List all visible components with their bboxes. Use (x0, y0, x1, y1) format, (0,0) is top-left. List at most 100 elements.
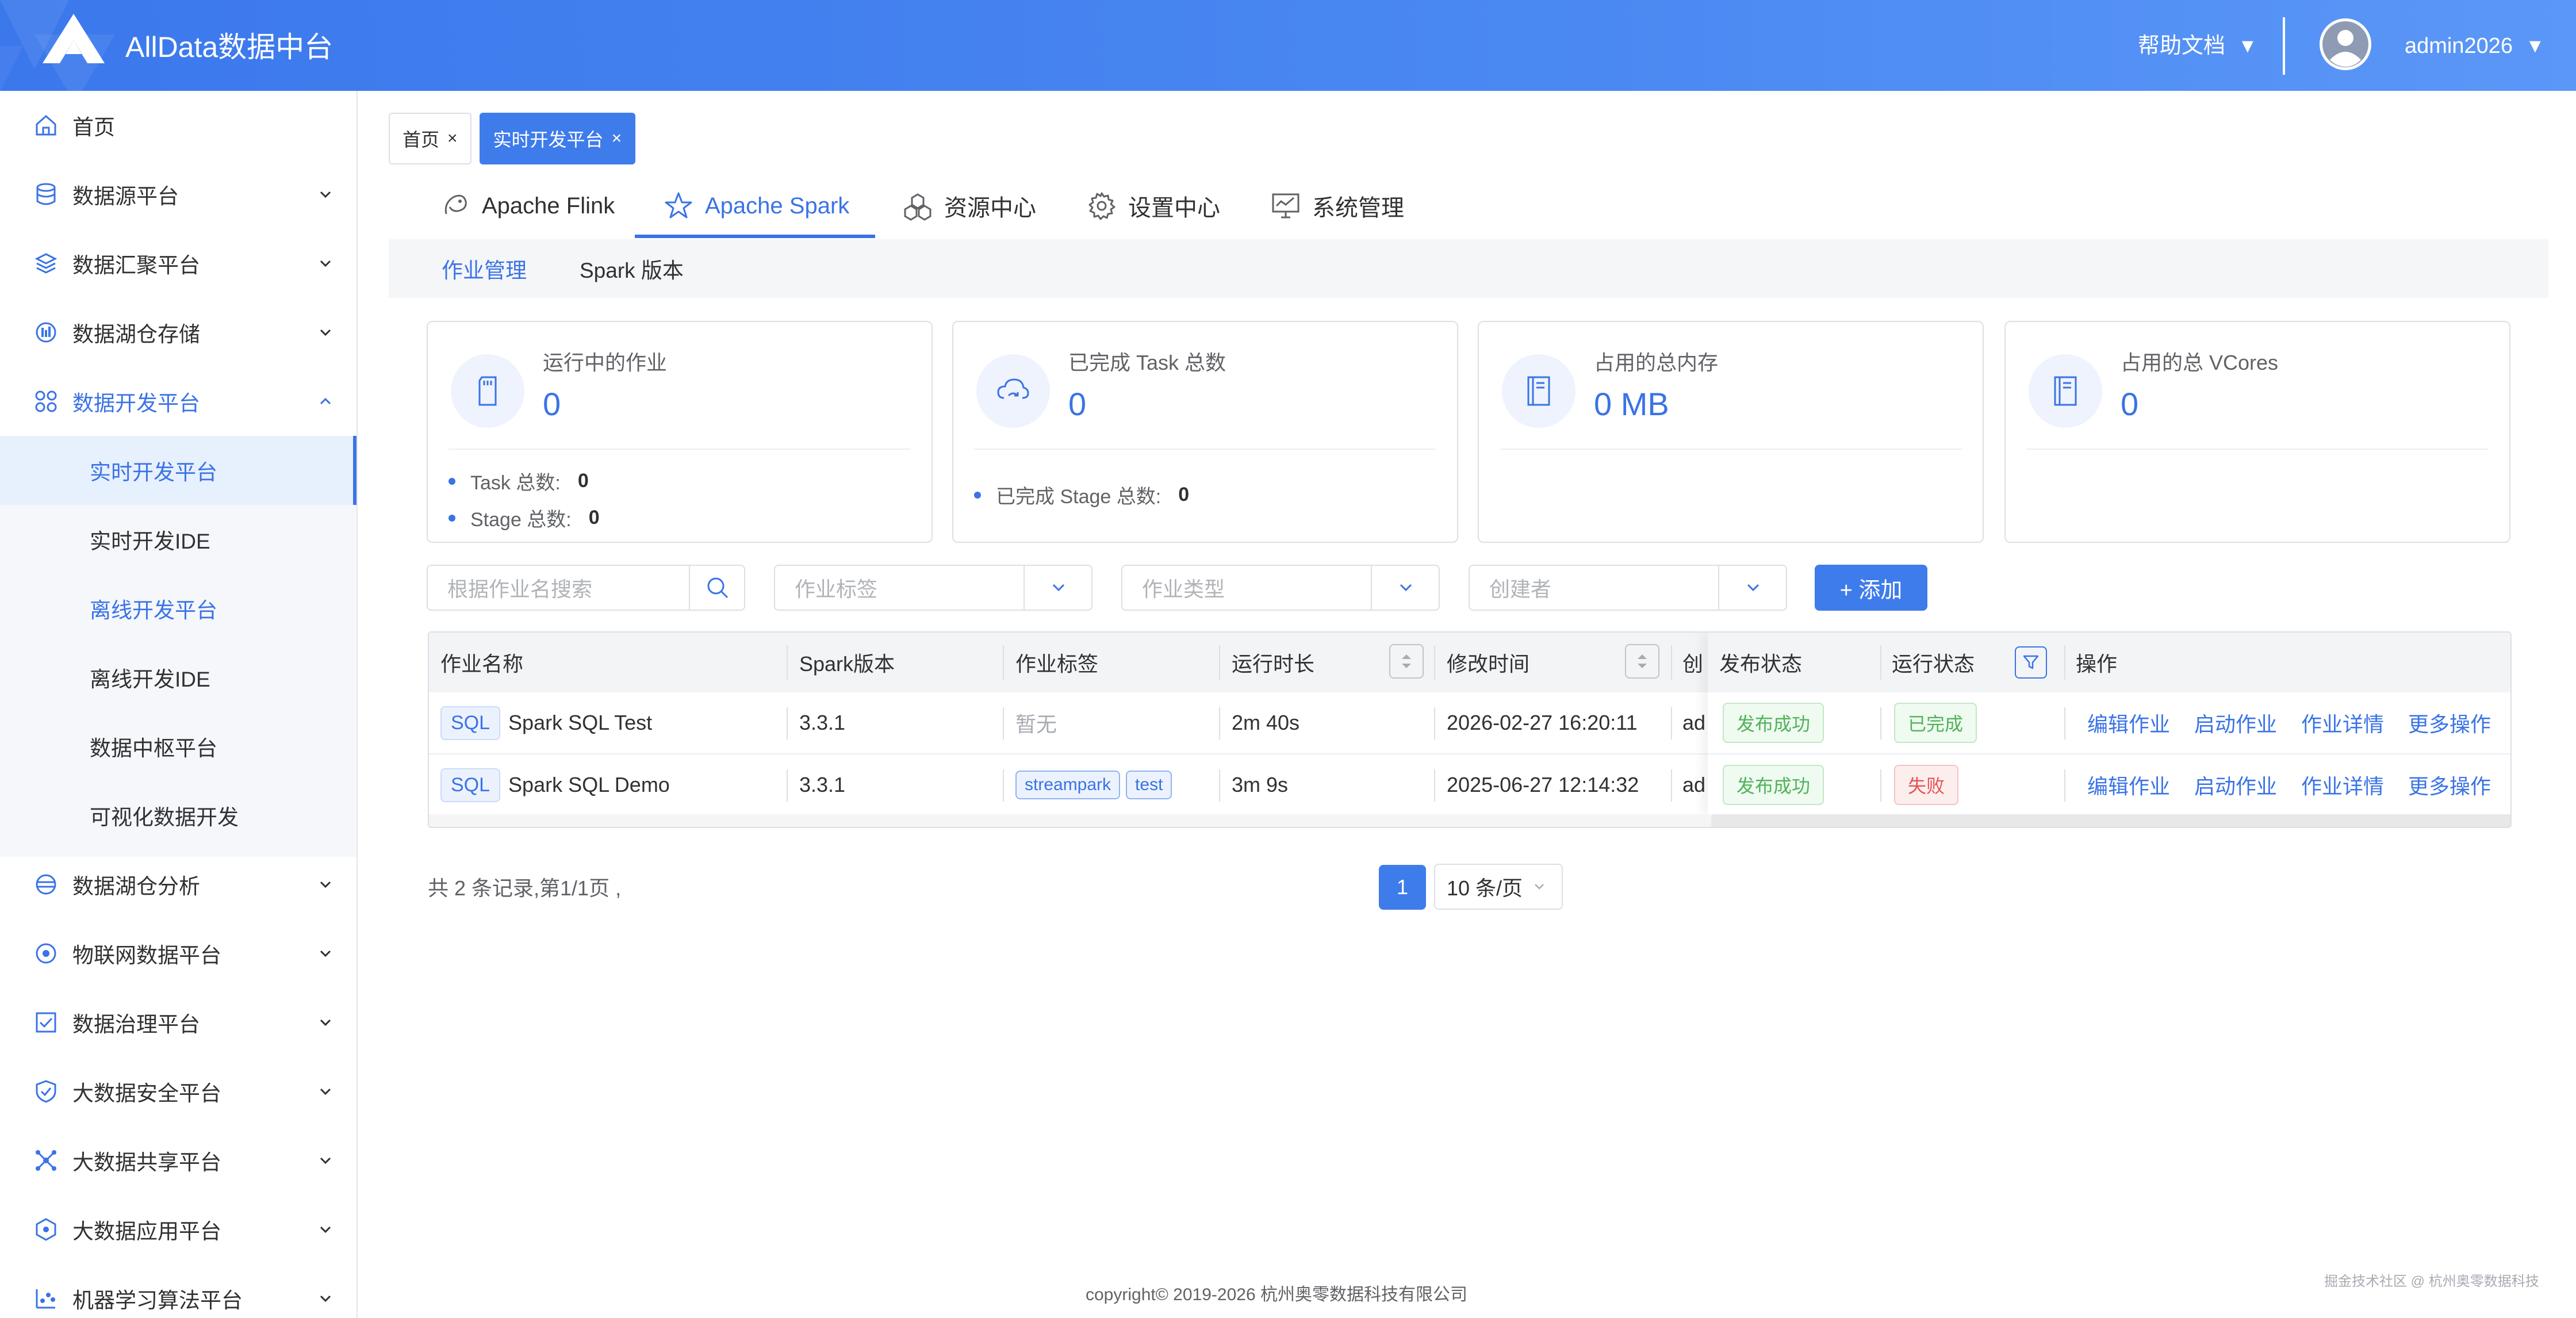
pagination-total: 共 2 条记录,第1/1页 , (428, 876, 622, 900)
filter-icon (2023, 655, 2039, 669)
start-job-link[interactable]: 启动作业 (2194, 770, 2277, 800)
add-job-button[interactable]: + 添加 (1815, 565, 1927, 611)
sort-icon (1402, 654, 1411, 668)
tag-placeholder: 作业标签 (795, 577, 878, 601)
cell-divider (1003, 707, 1004, 740)
subtab-spark-version[interactable]: Spark 版本 (580, 239, 684, 298)
storage-icon (36, 322, 56, 343)
start-job-link[interactable]: 启动作业 (2194, 708, 2277, 738)
card-stat-stage-total: Stage 总数: 0 (448, 504, 600, 532)
job-name[interactable]: Spark SQL Test (508, 711, 652, 735)
app-title[interactable]: AllData数据中台 (125, 30, 333, 64)
sidebar-item-data-aggregation[interactable]: 数据汇聚平台 (0, 229, 358, 298)
dropdown-caret-icon: ▼ (2525, 35, 2545, 57)
table-row-fixed: 发布成功 已完成 编辑作业 启动作业 作业详情 更多操作 (1708, 692, 2510, 754)
sort-duration-button[interactable] (1389, 644, 1424, 679)
database-icon (36, 183, 56, 205)
sidebar-subitem-realtime-platform[interactable]: 实时开发平台 (0, 436, 356, 505)
sidebar-subitem-offline-ide[interactable]: 离线开发IDE (0, 643, 356, 712)
cloud-sync-icon (997, 378, 1029, 399)
cell-divider (1003, 769, 1004, 802)
creator-dropdown-toggle[interactable] (1718, 566, 1787, 610)
search-placeholder: 根据作业名搜索 (447, 577, 593, 601)
sidebar-subitem-data-hub[interactable]: 数据中枢平台 (0, 712, 356, 781)
more-actions-link[interactable]: 更多操作 (2408, 770, 2491, 800)
alldata-logo-icon[interactable] (41, 13, 106, 64)
page-size-select[interactable]: 10 条/页 (1434, 864, 1563, 910)
user-name: admin2026 (2405, 34, 2513, 58)
column-header-modified-time: 修改时间 (1447, 652, 1530, 676)
search-input[interactable]: 根据作业名搜索 (427, 565, 745, 611)
chevron-down-icon (320, 881, 331, 888)
sidebar-item-label: 数据开发平台 (72, 392, 200, 415)
job-detail-link[interactable]: 作业详情 (2301, 708, 2384, 738)
edit-job-link[interactable]: 编辑作业 (2087, 708, 2170, 738)
tag-realtime-platform[interactable]: 实时开发平台 × (479, 113, 636, 164)
sidebar-subitem-realtime-ide[interactable]: 实时开发IDE (0, 505, 356, 574)
tag-home[interactable]: 首页 × (389, 113, 471, 164)
tab-label: 资源中心 (944, 196, 1036, 221)
cell-divider (2064, 707, 2065, 740)
sidebar-subitem-visual-dev[interactable]: 可视化数据开发 (0, 781, 356, 850)
card-icon-circle (976, 354, 1050, 428)
avatar[interactable] (2320, 18, 2371, 70)
sort-modified-button[interactable] (1625, 644, 1659, 679)
creator-select[interactable]: 创建者 (1469, 565, 1787, 611)
tag-dropdown-toggle[interactable] (1023, 566, 1092, 610)
sidebar-item-iot[interactable]: 物联网数据平台 (0, 919, 358, 988)
sidebar-subitem-label: 可视化数据开发 (90, 806, 239, 829)
sidebar-item-datasource[interactable]: 数据源平台 (0, 160, 358, 229)
sidebar-item-application[interactable]: 大数据应用平台 (0, 1195, 358, 1264)
help-docs-menu[interactable]: 帮助文档 ▼ (2138, 30, 2257, 62)
sidebar: 首页 数据源平台 数据汇聚平台 数据湖仓存储 数据开发平台 实时开发平台 实时开… (0, 91, 358, 1318)
edit-job-link[interactable]: 编辑作业 (2087, 770, 2170, 800)
sub-tabs: 作业管理 Spark 版本 (389, 239, 2548, 298)
type-placeholder: 作业类型 (1142, 577, 1225, 601)
search-button[interactable] (689, 566, 745, 610)
subtab-job-management[interactable]: 作业管理 (442, 239, 527, 298)
job-detail-link[interactable]: 作业详情 (2301, 770, 2384, 800)
more-actions-link[interactable]: 更多操作 (2408, 708, 2491, 738)
column-divider (787, 645, 788, 680)
sidebar-item-security[interactable]: 大数据安全平台 (0, 1057, 358, 1126)
tab-resource-center[interactable]: 资源中心 (903, 173, 1036, 239)
bullet-dot (974, 491, 981, 499)
sidebar-item-governance[interactable]: 数据治理平台 (0, 988, 358, 1057)
sidebar-item-label: 机器学习算法平台 (72, 1289, 243, 1312)
job-tag-select[interactable]: 作业标签 (774, 565, 1092, 611)
spark-version-cell: 3.3.1 (799, 773, 846, 796)
page-number-button[interactable]: 1 (1379, 865, 1426, 910)
tab-system-management[interactable]: 系统管理 (1271, 173, 1404, 239)
sidebar-item-lakehouse-storage[interactable]: 数据湖仓存储 (0, 298, 358, 367)
user-avatar-icon (2320, 18, 2371, 70)
sidebar-item-lakehouse-analysis[interactable]: 数据湖仓分析 (0, 850, 358, 919)
scrollbar-thumb[interactable] (1711, 814, 2510, 827)
bullet-dot (448, 514, 455, 522)
tab-settings-center[interactable]: 设置中心 (1087, 173, 1220, 239)
sidebar-subitem-label: 离线开发平台 (90, 599, 217, 622)
cell-divider (787, 707, 788, 740)
sidebar-item-home[interactable]: 首页 (0, 91, 358, 160)
sidebar-item-data-development[interactable]: 数据开发平台 (0, 367, 358, 436)
sidebar-item-label: 首页 (72, 116, 115, 139)
column-divider (1671, 645, 1672, 680)
job-name[interactable]: Spark SQL Demo (508, 773, 670, 797)
stat-card-completed-tasks: 已完成 Task 总数 0 已完成 Stage 总数: 0 (952, 321, 1458, 543)
type-dropdown-toggle[interactable] (1371, 566, 1440, 610)
tab-apache-flink[interactable]: Apache Flink (440, 173, 615, 239)
sidebar-item-sharing[interactable]: 大数据共享平台 (0, 1126, 358, 1195)
horizontal-scrollbar[interactable] (429, 814, 2510, 827)
close-icon[interactable]: × (612, 129, 622, 148)
column-header-actions: 操作 (2076, 652, 2118, 676)
tab-apache-spark[interactable]: Apache Spark (664, 173, 849, 239)
book-icon (2054, 376, 2077, 406)
sidebar-item-machine-learning[interactable]: 机器学习算法平台 (0, 1264, 358, 1318)
close-icon[interactable]: × (447, 129, 458, 148)
filter-run-status-button[interactable] (2015, 646, 2047, 679)
actions-cell: 编辑作业 启动作业 作业详情 更多操作 (2087, 692, 2510, 753)
job-type-select[interactable]: 作业类型 (1121, 565, 1440, 611)
cell-divider (1880, 769, 1881, 802)
user-menu[interactable]: admin2026 ▼ (2405, 30, 2545, 62)
chevron-down-icon (1400, 584, 1412, 592)
sidebar-subitem-offline-platform[interactable]: 离线开发平台 (0, 574, 356, 643)
